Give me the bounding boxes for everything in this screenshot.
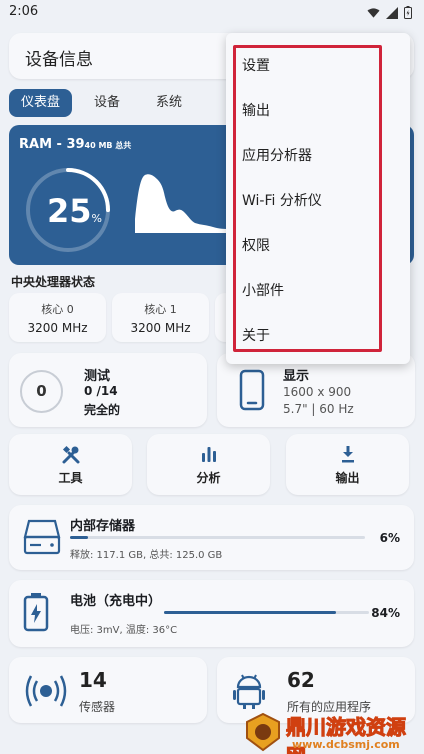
battery-progress-bar bbox=[164, 611, 369, 614]
watermark-logo-icon bbox=[246, 712, 280, 752]
test-count: 0 bbox=[20, 370, 63, 413]
export-label: 输出 bbox=[335, 471, 360, 485]
sensor-icon bbox=[25, 675, 67, 707]
cpu-core-0[interactable]: 核心 0 3200 MHz bbox=[9, 293, 106, 342]
test-status: 完全的 bbox=[84, 403, 121, 417]
ram-label: RAM - 3940 MB 总共 bbox=[19, 137, 131, 152]
battery-icon bbox=[404, 6, 412, 19]
display-card[interactable]: 显示 1600 x 900 5.7" | 60 Hz bbox=[217, 353, 415, 427]
display-label: 显示 bbox=[283, 369, 310, 384]
storage-progress-bar bbox=[70, 536, 365, 539]
tab-system[interactable]: 系统 bbox=[142, 89, 196, 117]
storage-percent: 6% bbox=[379, 531, 400, 545]
cpu-core-1[interactable]: 核心 1 3200 MHz bbox=[112, 293, 209, 342]
sensors-card[interactable]: 14 传感器 bbox=[9, 657, 207, 723]
battery-charging-icon bbox=[23, 593, 49, 632]
page-title: 设备信息 bbox=[25, 50, 93, 70]
storage-card[interactable]: 内部存储器 6% 释放: 117.1 GB, 总共: 125.0 GB bbox=[9, 505, 414, 570]
tab-device[interactable]: 设备 bbox=[80, 89, 134, 117]
cpu-section-title: 中央处理器状态 bbox=[11, 275, 96, 289]
bar-chart-icon bbox=[201, 447, 216, 462]
tools-button[interactable]: 工具 bbox=[9, 434, 132, 495]
sensors-label: 传感器 bbox=[79, 700, 116, 714]
menu-item-permissions[interactable]: 权限 bbox=[242, 235, 270, 255]
tab-bar: 仪表盘 设备 系统 bbox=[9, 89, 196, 117]
analyze-label: 分析 bbox=[196, 471, 221, 485]
tab-dashboard[interactable]: 仪表盘 bbox=[9, 89, 73, 117]
analyze-button[interactable]: 分析 bbox=[147, 434, 270, 495]
storage-progress-fill bbox=[70, 536, 88, 539]
menu-item-wifi-analyzer[interactable]: Wi-Fi 分析仪 bbox=[242, 190, 322, 210]
wifi-icon bbox=[367, 7, 380, 18]
status-time: 2:06 bbox=[9, 4, 39, 19]
test-label: 测试 bbox=[84, 369, 111, 384]
status-bar: 2:06 bbox=[0, 0, 424, 26]
test-progress: 0 /14 bbox=[84, 384, 118, 398]
battery-card[interactable]: 电池（充电中） 84% 电压: 3mV, 温度: 36°C bbox=[9, 580, 414, 647]
ram-percent-sign: % bbox=[91, 212, 102, 225]
core-frequency: 3200 MHz bbox=[130, 321, 191, 335]
android-icon bbox=[233, 674, 265, 709]
test-card[interactable]: 0 测试 0 /14 完全的 bbox=[9, 353, 207, 427]
phone-icon bbox=[239, 369, 265, 411]
tools-icon bbox=[62, 445, 79, 464]
menu-item-settings[interactable]: 设置 bbox=[242, 55, 270, 75]
core-name: 核心 1 bbox=[144, 303, 177, 316]
storage-title: 内部存储器 bbox=[70, 519, 136, 534]
download-icon bbox=[341, 446, 354, 463]
battery-progress-fill bbox=[164, 611, 337, 614]
ram-percent-value: 25 bbox=[47, 192, 92, 230]
core-name: 核心 0 bbox=[41, 303, 74, 316]
storage-detail: 释放: 117.1 GB, 总共: 125.0 GB bbox=[70, 550, 223, 561]
ram-percent: 25% bbox=[47, 192, 102, 230]
export-button[interactable]: 输出 bbox=[286, 434, 409, 495]
battery-title: 电池（充电中） bbox=[70, 594, 162, 609]
menu-item-widgets[interactable]: 小部件 bbox=[242, 280, 284, 300]
storage-icon bbox=[23, 519, 61, 555]
battery-percent: 84% bbox=[371, 606, 400, 620]
sensors-count: 14 bbox=[79, 668, 107, 692]
signal-icon bbox=[386, 6, 398, 19]
ram-usage-graph bbox=[135, 174, 231, 233]
menu-item-about[interactable]: 关于 bbox=[242, 325, 270, 345]
watermark-url: www.dcbsmj.com bbox=[292, 738, 400, 751]
watermark: 鼎川游戏资源网 www.dcbsmj.com bbox=[242, 710, 424, 754]
battery-detail: 电压: 3mV, 温度: 36°C bbox=[70, 625, 178, 636]
core-frequency: 3200 MHz bbox=[27, 321, 88, 335]
display-resolution: 1600 x 900 bbox=[283, 385, 352, 399]
apps-count: 62 bbox=[287, 668, 315, 692]
overflow-menu: 设置 输出 应用分析器 Wi-Fi 分析仪 权限 小部件 关于 bbox=[226, 33, 410, 364]
menu-item-app-analyzer[interactable]: 应用分析器 bbox=[242, 145, 312, 165]
ram-label-unit: 40 MB 总共 bbox=[84, 141, 132, 150]
display-details: 5.7" | 60 Hz bbox=[283, 402, 354, 416]
menu-item-export[interactable]: 输出 bbox=[242, 100, 270, 120]
ram-label-value: RAM - 39 bbox=[19, 137, 85, 152]
tools-label: 工具 bbox=[58, 471, 83, 485]
